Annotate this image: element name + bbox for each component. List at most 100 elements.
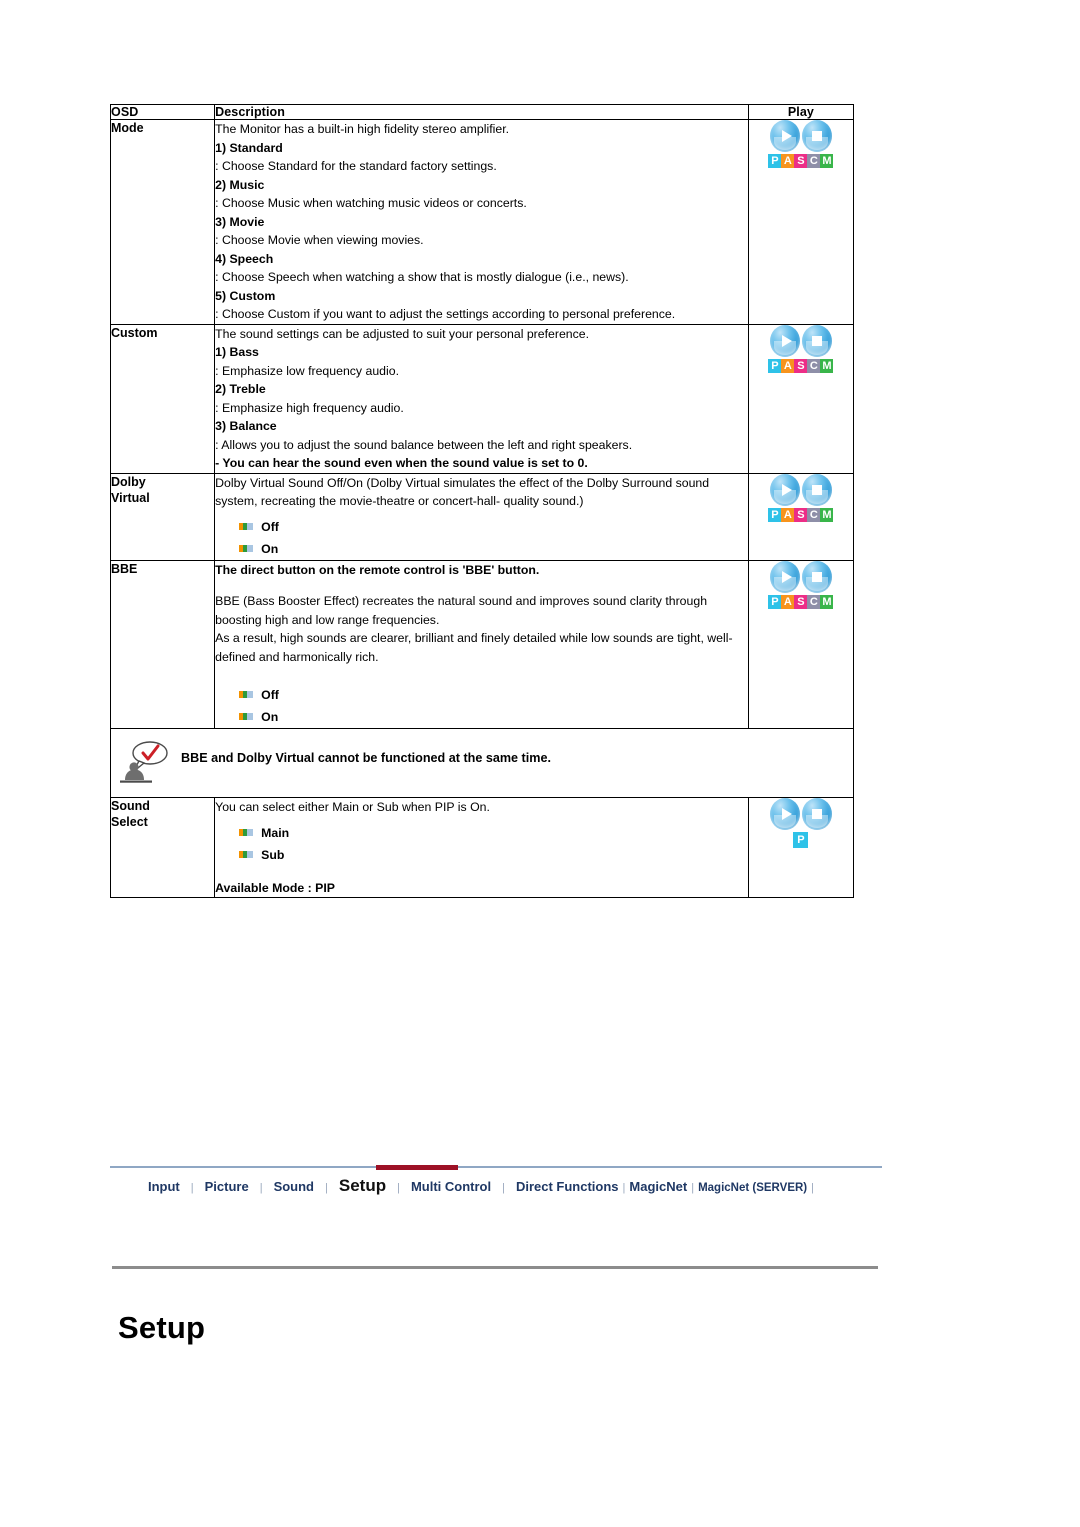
nav-item-picture[interactable]: Picture xyxy=(205,1179,249,1194)
letter-m: M xyxy=(820,154,834,168)
section-nav: Input | Picture | Sound | Setup | Multi … xyxy=(110,1165,882,1196)
pascm-play-icon: PASCM xyxy=(762,324,840,373)
item-head: 1) Standard xyxy=(215,140,283,155)
section-divider xyxy=(112,1266,878,1269)
pascm-letters: PASCM xyxy=(765,154,837,168)
letter-s: S xyxy=(794,507,808,522)
bold-lead: The direct button on the remote control … xyxy=(215,562,540,577)
header-play: Play xyxy=(747,104,855,120)
item-body: : Choose Custom if you want to adjust th… xyxy=(215,307,676,321)
nav-active-indicator xyxy=(376,1165,458,1170)
item-body: : Allows you to adjust the sound balance… xyxy=(215,437,633,452)
option-label: Off xyxy=(261,519,279,534)
letter-p: P xyxy=(768,358,782,373)
option-item-off[interactable]: Off xyxy=(239,684,748,706)
play-icon-cell: PASCM xyxy=(747,119,855,325)
stop-disc-icon xyxy=(801,120,832,152)
nav-item-direct-functions[interactable]: Direct Functions xyxy=(516,1179,619,1194)
option-item-main[interactable]: Main xyxy=(239,822,748,844)
osd-label-dolby-virtual: Dolby Virtual xyxy=(109,472,216,561)
header-osd: OSD xyxy=(109,104,216,120)
body-paragraph: BBE (Bass Booster Effect) recreates the … xyxy=(215,594,708,627)
nav-item-magicnet[interactable]: MagicNet xyxy=(629,1179,687,1194)
osd-spec-table: OSD Description Play Mode The Monitor ha… xyxy=(109,104,855,898)
lead-text: The sound settings can be adjusted to su… xyxy=(215,326,590,341)
bullet-marker-icon xyxy=(239,691,254,698)
item-head: 4) Speech xyxy=(215,251,274,266)
play-disc-icon xyxy=(769,473,800,506)
option-list: Off On xyxy=(215,516,748,560)
nav-item-magicnet-server[interactable]: MagicNet (SERVER) xyxy=(698,1182,807,1194)
pascm-play-icon: PASCM xyxy=(762,560,840,609)
table-header-row: OSD Description Play xyxy=(109,104,855,120)
play-disc-icon xyxy=(769,120,800,152)
item-body: : Choose Speech when watching a show tha… xyxy=(215,270,629,284)
letter-m: M xyxy=(820,358,834,373)
option-label: Sub xyxy=(261,847,285,862)
letter-c: C xyxy=(807,507,821,522)
description-sound-select: You can select either Main or Sub when P… xyxy=(214,797,749,898)
tip-note-cell: BBE and Dolby Virtual cannot be function… xyxy=(110,728,854,798)
option-item-sub[interactable]: Sub xyxy=(239,844,748,866)
stop-disc-icon xyxy=(801,798,832,830)
table-row: Mode The Monitor has a built-in high fid… xyxy=(109,119,855,325)
table-row: Dolby Virtual Dolby Virtual Sound Off/On… xyxy=(109,472,855,561)
item-head: 2) Music xyxy=(215,177,265,192)
option-label: On xyxy=(261,710,279,724)
bullet-marker-icon xyxy=(239,544,254,552)
item-head: 3) Balance xyxy=(215,419,277,433)
pascm-play-icon: PASCM xyxy=(762,120,840,168)
letter-p: P xyxy=(768,507,782,522)
lead-text: The Monitor has a built-in high fidelity… xyxy=(215,122,510,136)
p-play-icon: P xyxy=(762,798,840,848)
pascm-letters: PASCM xyxy=(765,507,837,522)
nav-separator: | xyxy=(325,1182,328,1194)
disc-pair-icon xyxy=(769,560,832,594)
play-icon-cell: PASCM xyxy=(747,323,855,474)
letter-a: A xyxy=(781,507,795,522)
nav-item-multi-control[interactable]: Multi Control xyxy=(411,1179,491,1194)
tip-person-icon xyxy=(119,739,177,785)
nav-item-input[interactable]: Input xyxy=(148,1179,180,1194)
nav-separator: | xyxy=(259,1182,263,1194)
osd-label-line: Virtual xyxy=(111,490,150,505)
nav-separator: | xyxy=(397,1182,400,1194)
option-item-on[interactable]: On xyxy=(239,706,748,728)
nav-item-setup[interactable]: Setup xyxy=(339,1176,386,1196)
table-row: Custom The sound settings can be adjuste… xyxy=(109,323,855,474)
play-icon-cell: PASCM xyxy=(747,472,855,561)
tip-note-text: BBE and Dolby Virtual cannot be function… xyxy=(181,751,551,765)
bold-note: - You can hear the sound even when the s… xyxy=(215,456,588,470)
letter-c: C xyxy=(807,594,821,609)
play-icon-cell: PASCM xyxy=(747,559,855,729)
bullet-marker-icon xyxy=(239,828,254,836)
item-body: : Emphasize low frequency audio. xyxy=(215,363,399,378)
available-mode-text: Available Mode : PIP xyxy=(215,880,335,895)
option-item-off[interactable]: Off xyxy=(239,516,748,538)
letter-c: C xyxy=(807,154,821,168)
bullet-marker-icon xyxy=(239,713,254,720)
pascm-letters: PASCM xyxy=(765,358,837,373)
tip-note-row: BBE and Dolby Virtual cannot be function… xyxy=(110,728,854,798)
option-list: Off On xyxy=(215,684,748,728)
description-bbe: The direct button on the remote control … xyxy=(214,559,749,729)
option-item-on[interactable]: On xyxy=(239,538,748,560)
item-head: 3) Movie xyxy=(215,214,265,229)
osd-label-mode: Mode xyxy=(109,119,216,325)
stop-disc-icon xyxy=(801,560,832,593)
option-label: Off xyxy=(261,688,279,702)
stop-disc-icon xyxy=(801,324,832,357)
osd-label-line: Sound xyxy=(111,799,150,813)
option-label: Main xyxy=(261,825,290,840)
play-disc-icon xyxy=(769,324,800,357)
osd-label-sound-select: Sound Select xyxy=(109,797,216,898)
document-page: OSD Description Play Mode The Monitor ha… xyxy=(0,0,1080,1527)
letter-s: S xyxy=(794,154,808,168)
letter-p: P xyxy=(768,154,782,168)
item-body: : Choose Standard for the standard facto… xyxy=(215,159,497,173)
pascm-letters: PASCM xyxy=(765,594,837,609)
play-disc-icon xyxy=(769,798,800,830)
nav-item-sound[interactable]: Sound xyxy=(274,1179,314,1194)
osd-label-custom: Custom xyxy=(109,323,216,474)
item-head: 2) Treble xyxy=(215,382,266,396)
